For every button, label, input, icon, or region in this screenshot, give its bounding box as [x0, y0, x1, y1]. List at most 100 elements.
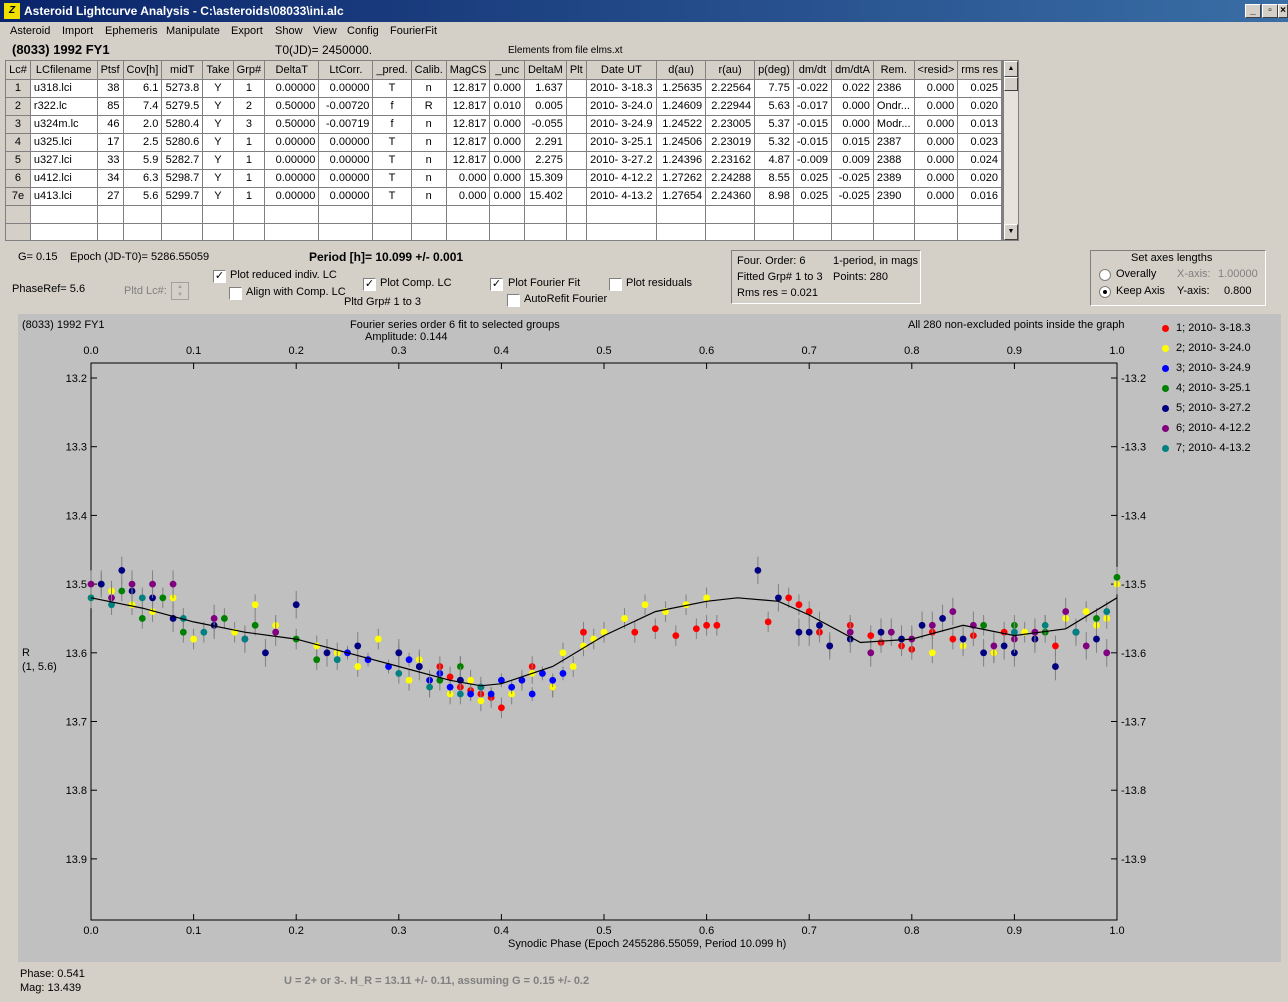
data-point: [354, 663, 362, 670]
x-tick-label-bottom: 0.8: [904, 925, 919, 937]
data-point: [764, 618, 772, 626]
data-point: [179, 628, 187, 636]
data-point: [528, 690, 536, 698]
y-tick-label-left: 13.5: [66, 579, 87, 591]
data-point: [559, 670, 567, 677]
data-point: [405, 656, 413, 664]
x-tick-label-top: 1.0: [1109, 345, 1124, 357]
legend-label: 3; 2010- 3-24.9: [1176, 362, 1251, 374]
data-point: [703, 594, 710, 602]
data-point: [1041, 621, 1049, 629]
data-point: [1093, 615, 1100, 622]
data-point: [980, 621, 988, 629]
data-point: [467, 676, 475, 684]
data-point: [887, 628, 895, 636]
data-point: [446, 683, 454, 691]
data-point: [805, 628, 813, 636]
data-point: [1072, 628, 1080, 636]
x-tick-label-bottom: 0.4: [494, 925, 509, 937]
data-point: [456, 690, 464, 698]
x-tick-label-top: 0.3: [391, 345, 406, 357]
legend-label: 4; 2010- 3-25.1: [1176, 382, 1251, 394]
data-point: [97, 580, 105, 588]
y-tick-label-left: 13.2: [66, 373, 87, 385]
legend-swatch: [1162, 405, 1169, 412]
data-point: [415, 663, 423, 670]
data-point: [928, 649, 936, 657]
data-point: [426, 683, 433, 691]
data-point: [713, 621, 721, 629]
data-point: [251, 601, 259, 609]
data-point: [1093, 635, 1100, 643]
data-point: [980, 649, 988, 657]
data-point: [949, 608, 957, 615]
phase-readout: Phase: 0.541: [20, 968, 85, 980]
y-tick-label-right: -13.3: [1121, 442, 1146, 454]
data-point: [559, 649, 567, 657]
data-point: [939, 615, 946, 622]
data-point: [795, 628, 803, 636]
legend-swatch: [1162, 325, 1169, 332]
data-point: [1052, 642, 1059, 650]
x-tick-label-top: 0.5: [596, 345, 611, 357]
data-point: [333, 656, 341, 664]
data-point: [1103, 608, 1111, 615]
data-point: [118, 566, 126, 574]
y-tick-label-left: 13.7: [66, 717, 87, 729]
data-point: [692, 625, 700, 633]
data-point: [959, 635, 967, 643]
x-tick-label-bottom: 0.0: [83, 925, 98, 937]
data-point: [631, 628, 639, 636]
x-tick-label-bottom: 0.3: [391, 925, 406, 937]
data-point: [159, 594, 167, 602]
hr-result: U = 2+ or 3-. H_R = 13.11 +/- 0.11, assu…: [284, 975, 590, 987]
data-point: [928, 621, 936, 629]
data-point: [487, 690, 495, 698]
data-point: [1082, 642, 1090, 650]
legend-label: 7; 2010- 4-13.2: [1176, 442, 1251, 454]
legend-label: 6; 2010- 4-12.2: [1176, 422, 1251, 434]
x-tick-label-bottom: 0.7: [802, 925, 817, 937]
data-point: [395, 649, 403, 657]
data-point: [87, 580, 95, 588]
data-point: [867, 632, 875, 640]
y-tick-label-left: 13.4: [66, 510, 87, 522]
data-point: [323, 649, 331, 657]
data-point: [128, 580, 136, 588]
x-tick-label-top: 0.4: [494, 345, 509, 357]
data-point: [775, 594, 782, 602]
data-point: [169, 580, 177, 588]
data-point: [949, 635, 957, 643]
data-point: [1103, 649, 1111, 657]
y-tick-label-right: -13.2: [1121, 373, 1146, 385]
y-tick-label-left: 13.8: [66, 785, 87, 797]
x-tick-label-top: 0.2: [289, 345, 304, 357]
data-point: [1082, 608, 1090, 615]
legend-swatch: [1162, 445, 1169, 452]
legend-label: 1; 2010- 3-18.3: [1176, 322, 1251, 334]
lightcurve-chart[interactable]: 0.0 0.0 0.1 0.1 0.2 0.2 0.3 0.3 0.4 0.4 0.5 0.5 0.6 0…: [0, 0, 1288, 1002]
data-point: [467, 690, 475, 698]
data-point: [846, 628, 854, 636]
x-tick-label-bottom: 0.1: [186, 925, 201, 937]
data-point: [826, 642, 834, 650]
mag-readout: Mag: 13.439: [20, 982, 82, 994]
data-point: [877, 628, 885, 636]
data-point: [1113, 573, 1121, 581]
x-tick-label-top: 0.6: [699, 345, 714, 357]
data-point: [569, 663, 577, 670]
data-point: [220, 615, 228, 622]
y-tick-label-right: -13.9: [1121, 854, 1146, 866]
data-point: [395, 670, 403, 677]
data-point: [241, 635, 249, 643]
data-point: [651, 625, 659, 633]
legend-label: 5; 2010- 3-27.2: [1176, 402, 1251, 414]
data-point: [508, 683, 516, 691]
y-tick-label-left: 13.9: [66, 854, 87, 866]
x-tick-label-bottom: 0.6: [699, 925, 714, 937]
data-point: [138, 594, 146, 602]
x-tick-label-bottom: 0.5: [596, 925, 611, 937]
data-point: [918, 621, 926, 629]
legend-swatch: [1162, 345, 1169, 352]
data-point: [816, 621, 823, 629]
